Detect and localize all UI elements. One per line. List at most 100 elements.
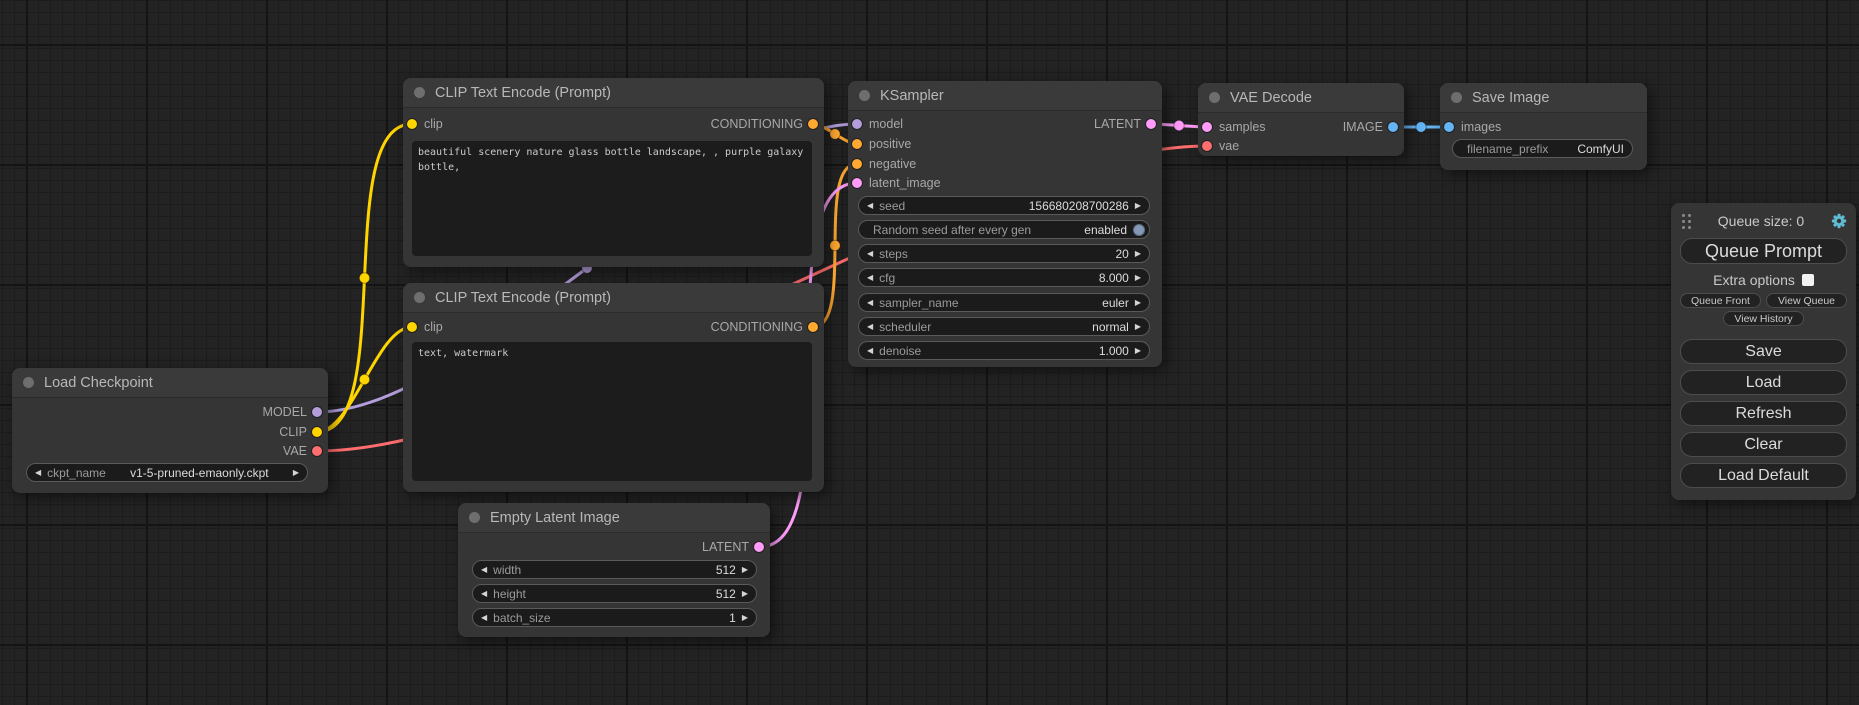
link-midpoint-dot[interactable] <box>1416 122 1426 132</box>
refresh-button[interactable]: Refresh <box>1680 401 1847 426</box>
prompt-textarea[interactable]: text, watermark <box>412 342 812 481</box>
widget-label: width <box>493 563 521 577</box>
node-clip_pos[interactable]: CLIP Text Encode (Prompt)clipCONDITIONIN… <box>403 78 824 267</box>
node-collapse-dot[interactable] <box>859 90 870 101</box>
save-button[interactable]: Save <box>1680 339 1847 364</box>
widget-value: 1.000 <box>927 344 1129 358</box>
panel-drag-handle-icon[interactable] <box>1682 214 1691 229</box>
decrement-arrow-icon[interactable]: ◀ <box>481 566 487 574</box>
increment-arrow-icon[interactable]: ▶ <box>1135 250 1141 258</box>
widget-height[interactable]: ◀height512▶ <box>472 584 757 603</box>
input-slot-label: images <box>1461 120 1501 134</box>
node-header: CLIP Text Encode (Prompt) <box>403 78 824 108</box>
node-ksampler[interactable]: KSamplermodelpositivenegativelatent_imag… <box>848 81 1162 367</box>
node-header: Load Checkpoint <box>12 368 328 398</box>
output-slot-dot-IMAGE[interactable] <box>1388 122 1398 132</box>
input-slot-dot-vae[interactable] <box>1202 141 1212 151</box>
output-slot-dot-CLIP[interactable] <box>312 427 322 437</box>
decrement-arrow-icon[interactable]: ◀ <box>35 469 41 477</box>
input-slot-dot-model[interactable] <box>852 119 862 129</box>
decrement-arrow-icon[interactable]: ◀ <box>867 250 873 258</box>
output-slot-dot-LATENT[interactable] <box>754 542 764 552</box>
queue-front-button[interactable]: Queue Front <box>1680 293 1761 308</box>
input-slot-dot-samples[interactable] <box>1202 122 1212 132</box>
output-slot-dot-LATENT[interactable] <box>1146 119 1156 129</box>
view-history-button[interactable]: View History <box>1723 311 1803 326</box>
widget-batch_size[interactable]: ◀batch_size1▶ <box>472 608 757 627</box>
input-slot-dot-latent_image[interactable] <box>852 178 862 188</box>
node-collapse-dot[interactable] <box>23 377 34 388</box>
input-slot-dot-negative[interactable] <box>852 159 862 169</box>
widget-label: ckpt_name <box>47 466 106 480</box>
link-midpoint-dot[interactable] <box>830 240 840 250</box>
toggle-knob[interactable] <box>1133 224 1145 236</box>
link-midpoint-dot[interactable] <box>359 273 369 283</box>
decrement-arrow-icon[interactable]: ◀ <box>867 274 873 282</box>
widget-seed[interactable]: ◀seed156680208700286▶ <box>858 196 1150 215</box>
widget-scheduler[interactable]: ◀schedulernormal▶ <box>858 317 1150 336</box>
widget-filename_prefix[interactable]: filename_prefixComfyUI <box>1452 139 1633 158</box>
node-collapse-dot[interactable] <box>414 292 425 303</box>
input-slot-dot-images[interactable] <box>1444 122 1454 132</box>
extra-options-checkbox[interactable] <box>1802 274 1814 286</box>
load-default-button[interactable]: Load Default <box>1680 463 1847 488</box>
clear-button[interactable]: Clear <box>1680 432 1847 457</box>
widget-label: steps <box>879 247 908 261</box>
output-slot-dot-MODEL[interactable] <box>312 407 322 417</box>
decrement-arrow-icon[interactable]: ◀ <box>867 202 873 210</box>
queue-prompt-button[interactable]: Queue Prompt <box>1680 238 1847 264</box>
link-midpoint-dot[interactable] <box>830 129 840 139</box>
prompt-textarea[interactable]: beautiful scenery nature glass bottle la… <box>412 141 812 256</box>
node-collapse-dot[interactable] <box>1451 92 1462 103</box>
node-header: KSampler <box>848 81 1162 111</box>
output-slot-label: IMAGE <box>1343 120 1383 134</box>
input-slot-dot-positive[interactable] <box>852 139 862 149</box>
link-midpoint-dot[interactable] <box>359 374 369 384</box>
input-slot-dot-clip[interactable] <box>407 322 417 332</box>
decrement-arrow-icon[interactable]: ◀ <box>481 614 487 622</box>
load-button[interactable]: Load <box>1680 370 1847 395</box>
widget-label: batch_size <box>493 611 550 625</box>
widget-width[interactable]: ◀width512▶ <box>472 560 757 579</box>
view-queue-button[interactable]: View Queue <box>1766 293 1847 308</box>
node-load_checkpoint[interactable]: Load CheckpointMODELCLIPVAE◀ckpt_namev1-… <box>12 368 328 493</box>
link-midpoint-dot[interactable] <box>1174 120 1184 130</box>
widget-sampler_name[interactable]: ◀sampler_nameeuler▶ <box>858 293 1150 312</box>
node-collapse-dot[interactable] <box>1209 92 1220 103</box>
widget-ckpt_name[interactable]: ◀ckpt_namev1-5-pruned-emaonly.ckpt▶ <box>26 463 308 482</box>
output-slot-dot-CONDITIONING[interactable] <box>808 322 818 332</box>
node-vae_decode[interactable]: VAE DecodesamplesvaeIMAGE <box>1198 83 1404 156</box>
increment-arrow-icon[interactable]: ▶ <box>742 614 748 622</box>
node-clip_neg[interactable]: CLIP Text Encode (Prompt)clipCONDITIONIN… <box>403 283 824 492</box>
increment-arrow-icon[interactable]: ▶ <box>293 469 299 477</box>
node-collapse-dot[interactable] <box>414 87 425 98</box>
node-empty_latent[interactable]: Empty Latent ImageLATENT◀width512▶◀heigh… <box>458 503 770 637</box>
increment-arrow-icon[interactable]: ▶ <box>1135 347 1141 355</box>
queue-panel-header: Queue size: 0 <box>1680 209 1847 233</box>
widget-cfg[interactable]: ◀cfg8.000▶ <box>858 268 1150 287</box>
node-header: CLIP Text Encode (Prompt) <box>403 283 824 313</box>
input-slot-label: clip <box>424 320 443 334</box>
decrement-arrow-icon[interactable]: ◀ <box>481 590 487 598</box>
widget-Random seed after every gen[interactable]: Random seed after every genenabled <box>858 220 1150 239</box>
input-slot-label: latent_image <box>869 176 941 190</box>
decrement-arrow-icon[interactable]: ◀ <box>867 299 873 307</box>
node-graph-canvas[interactable]: Load CheckpointMODELCLIPVAE◀ckpt_namev1-… <box>0 0 1859 705</box>
increment-arrow-icon[interactable]: ▶ <box>1135 202 1141 210</box>
increment-arrow-icon[interactable]: ▶ <box>1135 274 1141 282</box>
decrement-arrow-icon[interactable]: ◀ <box>867 347 873 355</box>
increment-arrow-icon[interactable]: ▶ <box>1135 323 1141 331</box>
node-save_image[interactable]: Save Imageimagesfilename_prefixComfyUI <box>1440 83 1647 170</box>
output-slot-dot-CONDITIONING[interactable] <box>808 119 818 129</box>
output-slot-dot-VAE[interactable] <box>312 446 322 456</box>
settings-gear-icon[interactable] <box>1831 213 1847 229</box>
widget-steps[interactable]: ◀steps20▶ <box>858 244 1150 263</box>
input-slot-dot-clip[interactable] <box>407 119 417 129</box>
increment-arrow-icon[interactable]: ▶ <box>1135 299 1141 307</box>
widget-label: Random seed after every gen <box>873 223 1031 237</box>
node-collapse-dot[interactable] <box>469 512 480 523</box>
widget-denoise[interactable]: ◀denoise1.000▶ <box>858 341 1150 360</box>
decrement-arrow-icon[interactable]: ◀ <box>867 323 873 331</box>
increment-arrow-icon[interactable]: ▶ <box>742 566 748 574</box>
increment-arrow-icon[interactable]: ▶ <box>742 590 748 598</box>
